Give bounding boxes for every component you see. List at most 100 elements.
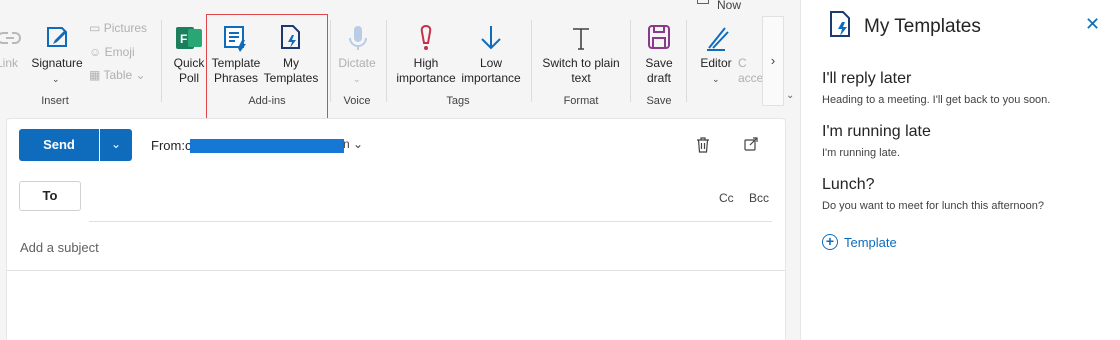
from-label: From:	[151, 138, 185, 153]
ribbon: Now Link Signature ⌄ ▭ Pictures ☺ Emoji …	[0, 0, 800, 119]
subject-underline	[7, 270, 785, 271]
quick-poll-button[interactable]: F Quick Poll	[168, 22, 210, 90]
discard-trash-icon[interactable]	[696, 137, 710, 153]
plus-circle-icon: +	[822, 234, 838, 250]
save-icon	[648, 25, 670, 49]
ribbon-scroll-right-button[interactable]: ›	[762, 16, 784, 106]
close-pane-button[interactable]: ✕	[1085, 14, 1100, 35]
cc-button[interactable]: Cc	[719, 191, 734, 205]
signature-icon	[47, 27, 67, 47]
to-button[interactable]: To	[19, 181, 81, 211]
switch-plain-text-button[interactable]: Switch to plain text	[536, 22, 626, 90]
group-divider	[686, 20, 687, 102]
add-template-button[interactable]: + Template	[822, 234, 897, 250]
save-draft-button[interactable]: Save draft	[636, 22, 682, 90]
switch-plain-text-label-1: Switch to plain	[542, 56, 620, 70]
emoji-button[interactable]: ☺ Emoji	[89, 45, 135, 60]
low-importance-button[interactable]: Low importance	[458, 22, 524, 90]
chevron-down-icon: ⌄	[353, 74, 361, 84]
template-body: Heading to a meeting. I'll get back to y…	[822, 94, 1051, 106]
subject-input[interactable]: Add a subject	[20, 240, 99, 255]
emoji-icon: ☺	[89, 45, 102, 59]
pictures-button[interactable]: ▭ Pictures	[89, 21, 147, 36]
from-dropdown[interactable]: n ⌄	[343, 137, 363, 151]
exclamation-icon	[420, 24, 432, 50]
group-divider	[330, 20, 331, 102]
group-divider	[630, 20, 631, 102]
pictures-label: Pictures	[103, 21, 148, 35]
from-field[interactable]: From:c	[151, 138, 191, 153]
my-templates-pane: My Templates ✕ I'll reply later Heading …	[800, 0, 1120, 340]
now-label: Now	[717, 0, 742, 12]
editor-button[interactable]: Editor ⌄	[694, 22, 738, 90]
low-importance-label-2: importance	[461, 71, 521, 85]
send-button[interactable]: Send	[19, 129, 99, 161]
group-label-tags: Tags	[446, 95, 470, 107]
template-title: Lunch?	[822, 176, 875, 193]
group-divider	[531, 20, 532, 102]
chevron-down-icon: ⌄	[353, 137, 364, 151]
group-label-voice: Voice	[343, 95, 371, 107]
template-item[interactable]: I'm running late I'm running late.	[822, 123, 931, 159]
forms-poll-icon: F	[176, 27, 202, 49]
signature-label: Signature	[31, 56, 83, 70]
dictate-label: Dictate	[338, 56, 376, 70]
dictate-button[interactable]: Dictate ⌄	[334, 22, 380, 90]
my-templates-icon	[830, 11, 850, 37]
template-item[interactable]: Lunch? Do you want to meet for lunch thi…	[822, 176, 1044, 212]
table-icon: ▦	[89, 68, 101, 82]
template-body: I'm running late.	[822, 147, 900, 159]
close-icon: ✕	[1085, 14, 1101, 34]
reminder-icon	[697, 0, 709, 4]
from-address-end: n	[343, 137, 350, 151]
quick-poll-label-2: Poll	[178, 71, 199, 85]
addins-highlight-box	[206, 14, 328, 119]
editor-label: Editor	[700, 56, 732, 70]
chevron-down-icon: ⌄	[52, 74, 60, 84]
save-draft-label-1: Save	[645, 56, 673, 70]
emoji-label: Emoji	[104, 45, 135, 59]
pictures-icon: ▭	[89, 21, 101, 35]
group-label-format: Format	[563, 95, 599, 107]
add-template-label: Template	[844, 234, 897, 250]
template-item[interactable]: I'll reply later Heading to a meeting. I…	[822, 70, 1050, 106]
redacted-email-address	[190, 139, 344, 153]
send-options-dropdown[interactable]: ⌄	[100, 129, 132, 161]
template-body: Do you want to meet for lunch this after…	[822, 200, 1044, 212]
table-label: Table	[103, 68, 133, 82]
arrow-down-icon	[481, 26, 501, 50]
group-label-save: Save	[646, 95, 672, 107]
chevron-down-icon: ⌄	[786, 90, 795, 101]
ribbon-expand-button[interactable]: ⌄	[786, 90, 794, 101]
editor-pen-icon	[707, 27, 729, 51]
quick-poll-label-1: Quick	[173, 56, 205, 70]
pane-title: My Templates	[864, 16, 981, 37]
accessibility-label-1: C	[738, 56, 747, 70]
svg-text:F: F	[180, 32, 187, 46]
switch-plain-text-label-2: text	[571, 71, 591, 85]
pop-out-icon[interactable]	[744, 137, 758, 151]
high-importance-button[interactable]: High importance	[392, 22, 460, 90]
link-label: Link	[0, 56, 19, 70]
accessibility-button[interactable]: C acce	[736, 22, 762, 90]
bcc-button[interactable]: Bcc	[749, 191, 769, 205]
to-field-underline	[89, 221, 772, 222]
template-title: I'm running late	[822, 123, 931, 140]
group-divider	[386, 20, 387, 102]
high-importance-label-1: High	[413, 56, 439, 70]
chevron-right-icon: ›	[770, 53, 776, 68]
group-label-insert: Insert	[41, 95, 69, 107]
save-draft-label-2: draft	[646, 71, 671, 85]
group-divider	[161, 20, 162, 102]
template-title: I'll reply later	[822, 70, 912, 87]
table-button[interactable]: ▦ Table ⌄	[89, 68, 146, 83]
accessibility-label-2: acce	[738, 71, 762, 85]
text-format-icon	[573, 28, 589, 50]
chevron-down-icon: ⌄	[110, 137, 122, 151]
link-icon	[0, 32, 21, 44]
microphone-icon	[349, 26, 367, 50]
compose-form: Send ⌄ From:c n ⌄ To Cc Bcc Add a subjec…	[6, 118, 786, 340]
signature-button[interactable]: Signature ⌄	[28, 22, 86, 90]
chevron-down-icon: ⌄	[712, 74, 720, 84]
chevron-down-icon: ⌄	[135, 68, 146, 82]
